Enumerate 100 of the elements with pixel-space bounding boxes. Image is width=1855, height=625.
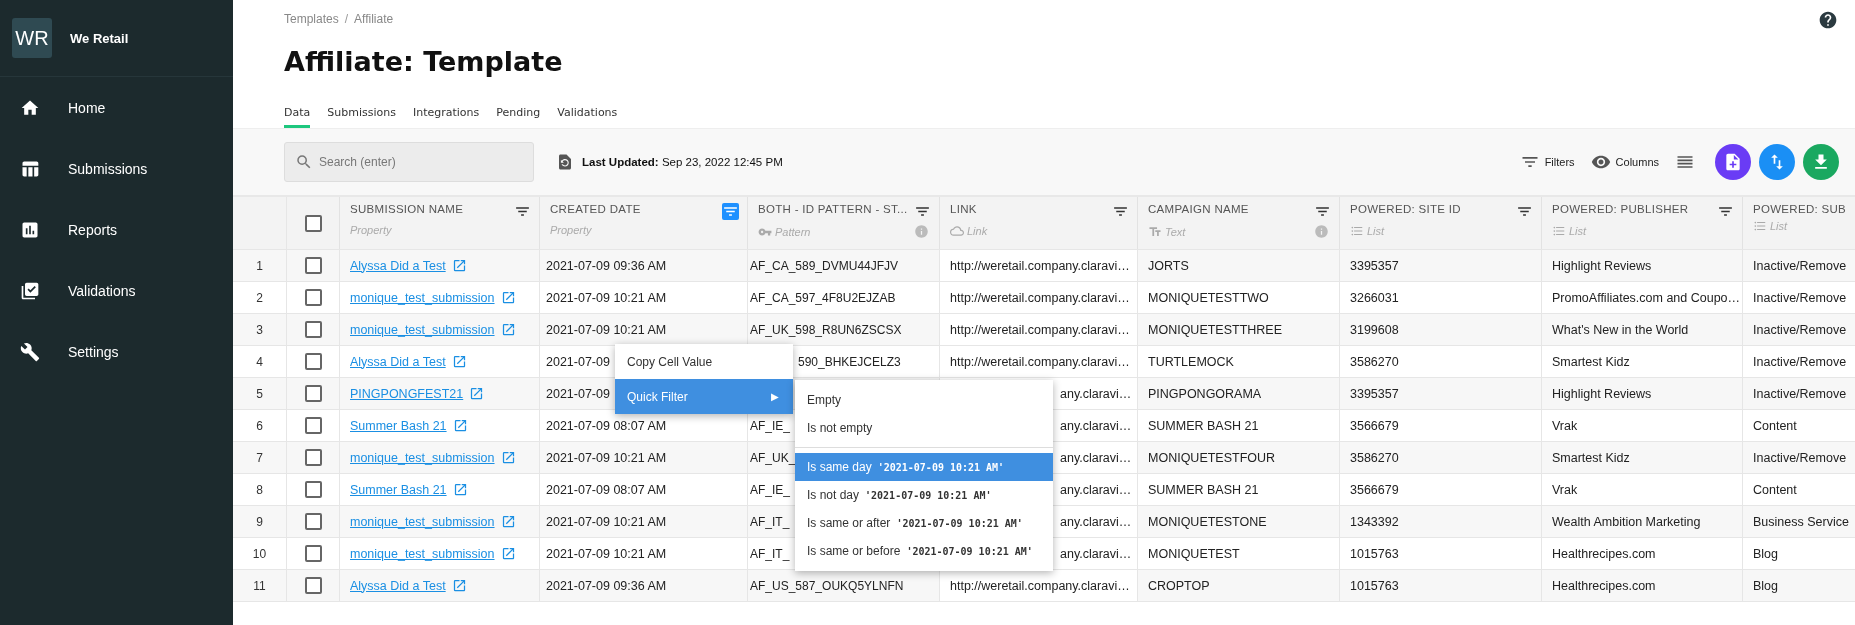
- table-cell: MONIQUETEST: [1148, 546, 1240, 561]
- column-header[interactable]: CAMPAIGN NAME Text: [1137, 197, 1339, 249]
- sort-button[interactable]: [1759, 144, 1795, 180]
- table-cell: any.claravi…: [1060, 482, 1132, 497]
- tab[interactable]: Validations: [557, 102, 618, 128]
- table-cell: Vrak: [1552, 418, 1578, 433]
- external-link-icon[interactable]: [500, 450, 516, 465]
- table-cell: MONIQUETESTONE: [1148, 514, 1267, 529]
- table-cell: Wealth Ambition Marketing: [1552, 514, 1701, 529]
- table-cell: 1015763: [1350, 546, 1399, 561]
- table-cell: AF_US_587_OUKQ5YLNFN: [750, 578, 904, 593]
- add-document-icon: [1723, 152, 1743, 172]
- table-cell: 2021-07-09 10:21 AM: [546, 514, 667, 529]
- table-cell: 2021-07-09: [546, 354, 610, 369]
- checkbox[interactable]: [304, 417, 322, 434]
- checkbox[interactable]: [304, 214, 322, 232]
- checkbox[interactable]: [304, 577, 322, 594]
- nav-item[interactable]: Submissions: [0, 138, 233, 199]
- columns-button[interactable]: Columns: [1590, 152, 1659, 172]
- table-cell: PINGPONGORAMA: [1148, 386, 1262, 401]
- table-cell: AF_IE_: [750, 482, 791, 497]
- add-document-button[interactable]: [1715, 144, 1751, 180]
- breadcrumb-link[interactable]: Templates: [284, 12, 339, 32]
- submission-link[interactable]: monique_test_submission: [350, 546, 495, 561]
- checkbox[interactable]: [304, 257, 322, 274]
- table-cell: 2021-07-09 10:21 AM: [546, 546, 667, 561]
- download-button[interactable]: [1803, 144, 1839, 180]
- submission-link[interactable]: monique_test_submission: [350, 290, 495, 305]
- menu-item[interactable]: Is not empty: [795, 414, 1053, 442]
- wrench-icon: [20, 341, 40, 362]
- table-cell: Highlight Reviews: [1552, 386, 1652, 401]
- nav-item[interactable]: Settings: [0, 321, 233, 382]
- menu-item[interactable]: Is same or after '2021-07-09 10:21 AM': [795, 509, 1053, 537]
- refresh-icon[interactable]: [556, 153, 574, 171]
- table-cell: 3566679: [1350, 482, 1399, 497]
- page-title: Affiliate: Template: [284, 46, 564, 79]
- external-link-icon[interactable]: [500, 290, 516, 305]
- column-header[interactable]: LINK Link: [939, 197, 1137, 249]
- tab[interactable]: Integrations: [412, 102, 480, 128]
- column-header[interactable]: POWERED: SUB List: [1742, 197, 1855, 249]
- external-link-icon[interactable]: [469, 386, 485, 401]
- external-link-icon[interactable]: [452, 482, 468, 497]
- submission-link[interactable]: Summer Bash 21: [350, 418, 447, 433]
- menu-item[interactable]: Is same or before '2021-07-09 10:21 AM': [795, 537, 1053, 565]
- help-icon[interactable]: [1818, 10, 1838, 30]
- external-link-icon[interactable]: [500, 322, 516, 337]
- table-cell: 2021-07-09 10:21 AM: [546, 450, 667, 465]
- checkbox[interactable]: [304, 481, 322, 498]
- tab[interactable]: Pending: [496, 102, 541, 128]
- row-number: 10: [251, 545, 268, 563]
- table-cell: Business Service: [1753, 514, 1849, 529]
- column-header[interactable]: POWERED: SITE ID List: [1339, 197, 1541, 249]
- checkbox[interactable]: [304, 289, 322, 306]
- table-cell: 2021-07-09 08:07 AM: [546, 482, 667, 497]
- nav-item[interactable]: Home: [0, 77, 233, 138]
- external-link-icon[interactable]: [451, 578, 467, 593]
- search-field[interactable]: Search (enter): [284, 142, 534, 182]
- external-link-icon[interactable]: [452, 418, 468, 433]
- breadcrumb-link[interactable]: Affiliate: [354, 12, 394, 32]
- filters-button[interactable]: Filters: [1519, 152, 1575, 172]
- nav-item[interactable]: Validations: [0, 260, 233, 321]
- table-cell: 2021-07-09 10:21 AM: [546, 290, 667, 305]
- table-cell: Inactive/Remove: [1753, 258, 1847, 273]
- tab[interactable]: Submissions: [327, 102, 396, 128]
- menu-item[interactable]: Empty: [795, 386, 1053, 414]
- external-link-icon[interactable]: [500, 546, 516, 561]
- table-cell: Blog: [1753, 546, 1779, 561]
- checkbox[interactable]: [304, 513, 322, 530]
- breadcrumb-separator: /: [344, 12, 349, 28]
- checkbox[interactable]: [304, 449, 322, 466]
- external-link-icon[interactable]: [500, 514, 516, 529]
- table-cell: 3566679: [1350, 418, 1399, 433]
- checkbox[interactable]: [304, 385, 322, 402]
- table-cell: http://weretail.company.claravi…: [950, 258, 1130, 273]
- table-cell: AF_IE_: [750, 418, 791, 433]
- table-cell: 1343392: [1350, 514, 1399, 529]
- menu-item[interactable]: Copy Cell Value: [615, 344, 793, 379]
- table-cell: 2021-07-09 09:36 AM: [546, 578, 667, 593]
- submission-link[interactable]: Summer Bash 21: [350, 482, 447, 497]
- row-number: 4: [255, 353, 264, 371]
- column-header[interactable]: CREATED DATE Property: [539, 197, 747, 249]
- list-icon: [1552, 224, 1566, 238]
- external-link-icon[interactable]: [451, 258, 467, 273]
- checkbox[interactable]: [304, 321, 322, 338]
- nav-item[interactable]: Reports: [0, 199, 233, 260]
- column-header[interactable]: BOTH - ID PATTERN - ST... Pattern: [747, 197, 939, 249]
- submission-link[interactable]: Alyssa Did a Test: [350, 354, 446, 369]
- row-number: 6: [255, 417, 264, 435]
- table-cell: Healthrecipes.com: [1552, 546, 1656, 561]
- checkbox[interactable]: [304, 353, 322, 370]
- table-cell: 3586270: [1350, 450, 1399, 465]
- table-cell: Inactive/Remove: [1753, 354, 1847, 369]
- column-header[interactable]: POWERED: PUBLISHER List: [1541, 197, 1742, 249]
- external-link-icon[interactable]: [451, 354, 467, 369]
- table-cell: AF_IT_: [750, 546, 790, 561]
- list-icon: [1350, 224, 1364, 238]
- menu-item[interactable]: Is not day '2021-07-09 10:21 AM': [795, 481, 1053, 509]
- brand-name: We Retail: [70, 30, 129, 46]
- column-header[interactable]: SUBMISSION NAME Property: [339, 197, 539, 249]
- checkbox[interactable]: [304, 545, 322, 562]
